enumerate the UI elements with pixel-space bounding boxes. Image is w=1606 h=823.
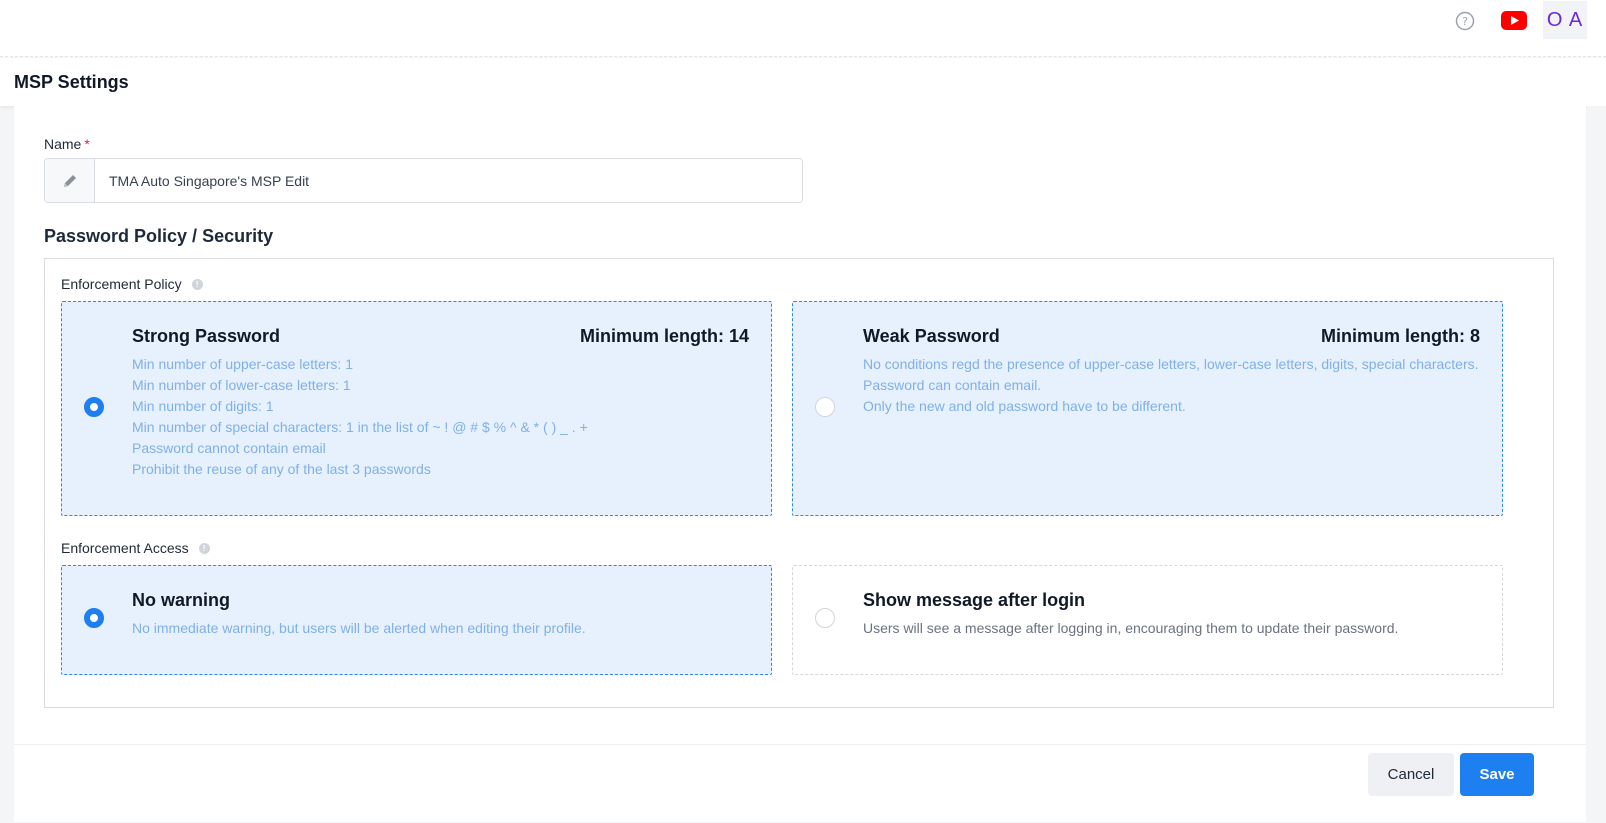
page-title: MSP Settings [14, 72, 129, 92]
rule-line: Only the new and old password have to be… [863, 398, 1186, 414]
page-header: MSP Settings [0, 58, 1606, 106]
show-message-option[interactable]: Show message after login Users will see … [792, 565, 1503, 675]
weak-password-radio[interactable] [815, 397, 835, 417]
settings-form: Name* Password Policy / Security Enforce… [14, 106, 1586, 822]
svg-text:?: ? [1462, 15, 1468, 28]
strong-password-radio[interactable] [84, 397, 104, 417]
section-title: Password Policy / Security [44, 226, 274, 246]
option-title: Strong Password [132, 326, 281, 346]
show-message-radio[interactable] [815, 608, 835, 628]
option-rules: Min number of upper-case letters: 1 Min … [132, 354, 749, 480]
info-icon[interactable]: ! [198, 542, 210, 554]
name-label: Name * [44, 136, 90, 152]
rule-line: Min number of special characters: 1 in t… [132, 419, 588, 435]
option-title: No warning [132, 590, 230, 610]
rule-line: Min number of upper-case letters: 1 [132, 356, 353, 372]
save-button[interactable]: Save [1460, 753, 1534, 796]
option-rules: No conditions regd the presence of upper… [863, 354, 1480, 417]
required-mark: * [84, 136, 90, 152]
info-icon[interactable]: ! [191, 278, 203, 290]
option-min-length: Minimum length: 8 [1321, 326, 1480, 346]
rule-line: Prohibit the reuse of any of the last 3 … [132, 461, 431, 477]
no-warning-option[interactable]: No warning No immediate warning, but use… [61, 565, 772, 675]
weak-password-option[interactable]: Weak Password Minimum length: 8 No condi… [792, 301, 1503, 516]
enforcement-policy-label-text: Enforcement Policy [61, 276, 182, 292]
rule-line: No conditions regd the presence of upper… [863, 356, 1479, 372]
option-description: Users will see a message after logging i… [863, 620, 1399, 636]
password-policy-panel: Enforcement Policy ! Strong Password Min… [44, 258, 1554, 708]
option-description: No immediate warning, but users will be … [132, 620, 586, 636]
rule-line: Password cannot contain email [132, 440, 326, 456]
name-field [44, 158, 803, 203]
cancel-button[interactable]: Cancel [1368, 753, 1454, 796]
form-footer: Cancel Save [14, 744, 1586, 822]
option-title: Weak Password [863, 326, 1000, 346]
youtube-icon[interactable] [1500, 9, 1528, 31]
question-circle-icon[interactable]: ? [1454, 10, 1476, 32]
no-warning-radio[interactable] [84, 608, 104, 628]
rule-line: Min number of lower-case letters: 1 [132, 377, 351, 393]
enforcement-policy-label: Enforcement Policy ! [61, 276, 203, 292]
enforcement-access-label: Enforcement Access ! [61, 540, 210, 556]
strong-password-option[interactable]: Strong Password Minimum length: 14 Min n… [61, 301, 772, 516]
top-bar: ? O A [0, 0, 1606, 57]
name-label-text: Name [44, 136, 82, 152]
scroll-gutter [1587, 106, 1606, 823]
rule-line: Min number of digits: 1 [132, 398, 274, 414]
option-min-length: Minimum length: 14 [579, 326, 749, 346]
pencil-icon [45, 159, 95, 202]
option-title: Show message after login [863, 590, 1086, 610]
enforcement-access-label-text: Enforcement Access [61, 540, 189, 556]
user-avatar[interactable]: O A [1543, 1, 1587, 39]
rule-line: Password can contain email. [863, 377, 1042, 393]
name-input[interactable] [95, 159, 802, 202]
